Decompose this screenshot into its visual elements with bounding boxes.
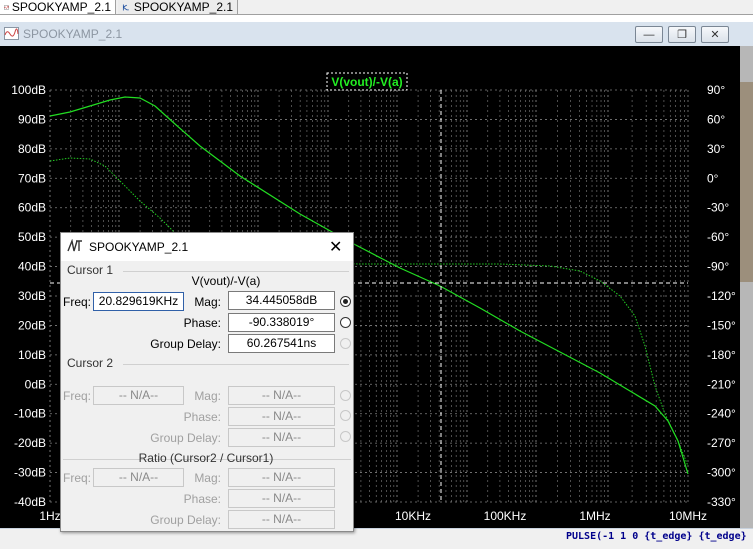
y2-tick-label: -270° (707, 436, 736, 450)
tab-waveform[interactable]: SPOOKYAMP_2.1 (0, 0, 116, 14)
right-axis: 90° 60° 30° 0° -30° -60° -90° -120° -150° -180° -2… (707, 83, 736, 509)
close-button[interactable]: ✕ (701, 26, 729, 43)
freq-label: Freq: (63, 471, 92, 485)
group-delay-label: Group Delay: (150, 513, 221, 527)
close-icon: ✕ (710, 29, 720, 41)
cursor2-phase-radio (340, 410, 351, 421)
y2-tick-label: -300° (707, 466, 736, 480)
dialog-title: SPOOKYAMP_2.1 (89, 240, 189, 254)
cursor1-group-label: Cursor 1 (67, 263, 114, 277)
mag-label: Mag: (194, 471, 221, 485)
minimize-icon: — (643, 28, 655, 41)
y-tick-label: 100dB (11, 83, 46, 97)
netlist-directive: PULSE(-1 1 0 {t_edge} {t_edge} {1/ (566, 531, 753, 542)
cursor2-freq-field: -- N/A-- (93, 386, 184, 405)
minimize-button[interactable]: — (635, 26, 663, 43)
x-tick-label: 10MHz (669, 509, 707, 523)
y2-tick-label: 60° (707, 112, 725, 126)
phase-label: Phase: (183, 492, 221, 506)
tab-label: SPOOKYAMP_2.1 (11, 0, 111, 14)
cursor1-mag-radio[interactable] (340, 296, 351, 307)
cursor2-group-delay-field: -- N/A-- (228, 428, 335, 447)
ratio-phase-field: -- N/A-- (228, 489, 335, 508)
y-tick-label: 10dB (18, 348, 46, 362)
window-titlebar: SPOOKYAMP_2.1 — ❐ ✕ (0, 22, 753, 46)
freq-label: Freq: (63, 389, 92, 403)
y2-tick-label: 90° (707, 83, 725, 97)
cursor2-mag-radio (340, 390, 351, 401)
y2-tick-label: -240° (707, 407, 736, 421)
group-delay-label: Group Delay: (150, 337, 221, 351)
cursor1-trace-name: V(vout)/-V(a) (191, 274, 261, 288)
cursor2-phase-field: -- N/A-- (228, 407, 335, 426)
desktop-background (740, 82, 753, 282)
y-tick-label: 50dB (18, 230, 46, 244)
ratio-group-delay-field: -- N/A-- (228, 510, 335, 529)
y-tick-label: 40dB (18, 260, 46, 274)
y-tick-label: 80dB (18, 142, 46, 156)
y2-tick-label: -90° (707, 260, 729, 274)
schematic-icon (122, 3, 129, 11)
left-axis: 100dB 90dB 80dB 70dB 60dB 50dB 40dB 30dB 20dB 10d… (11, 83, 46, 509)
ratio-group-label: Ratio (Cursor2 / Cursor1) (138, 451, 274, 465)
cursor2-group-delay-radio (340, 431, 351, 442)
ratio-freq-field: -- N/A-- (93, 468, 184, 487)
y-tick-label: 30dB (18, 289, 46, 303)
waveform-icon (4, 4, 9, 10)
x-tick-label: 1Hz (39, 509, 60, 523)
ratio-mag-field: -- N/A-- (228, 468, 335, 487)
tab-schematic[interactable]: SPOOKYAMP_2.1 (118, 0, 238, 14)
document-tabs: SPOOKYAMP_2.1 SPOOKYAMP_2.1 (0, 0, 753, 15)
phase-label: Phase: (183, 316, 221, 330)
y-tick-label: -20dB (14, 436, 46, 450)
y2-tick-label: 30° (707, 142, 725, 156)
trace-label[interactable]: V(vout)/-V(a) (331, 75, 402, 89)
y-tick-label: -10dB (14, 407, 46, 421)
y-tick-label: 60dB (18, 201, 46, 215)
y2-tick-label: -210° (707, 377, 736, 391)
cursor1-phase-field[interactable]: -90.338019° (228, 313, 335, 332)
mag-label: Mag: (194, 295, 221, 309)
divider (123, 364, 349, 365)
close-icon[interactable]: ✕ (329, 237, 342, 257)
cursor1-group-delay-field[interactable]: 60.267541ns (228, 334, 335, 353)
y2-tick-label: 0° (707, 171, 719, 185)
x-tick-label: 10KHz (395, 509, 431, 523)
divider (123, 271, 349, 272)
cursor1-freq-field[interactable]: 20.829619KHz (93, 292, 184, 311)
y2-tick-label: -180° (707, 348, 736, 362)
y2-tick-label: -330° (707, 495, 736, 509)
cursor2-group-label: Cursor 2 (67, 356, 114, 370)
cursor1-mag-field[interactable]: 34.445058dB (228, 291, 335, 310)
y2-tick-label: -60° (707, 230, 729, 244)
ltspice-icon (67, 239, 82, 252)
x-tick-label: 1MHz (579, 509, 610, 523)
y-tick-label: 90dB (18, 112, 46, 126)
y-tick-label: 70dB (18, 171, 46, 185)
y2-tick-label: -30° (707, 201, 729, 215)
restore-icon: ❐ (677, 29, 687, 41)
y2-tick-label: -120° (707, 289, 736, 303)
cursor-dialog: SPOOKYAMP_2.1 ✕ Cursor 1 V(vout)/-V(a) F… (60, 232, 354, 532)
cursor2-mag-field: -- N/A-- (228, 386, 335, 405)
waveform-icon (4, 27, 19, 40)
x-tick-label: 100KHz (484, 509, 527, 523)
cursor1-group-delay-radio[interactable] (340, 338, 351, 349)
group-delay-label: Group Delay: (150, 431, 221, 445)
y2-tick-label: -150° (707, 318, 736, 332)
mag-label: Mag: (194, 389, 221, 403)
window-title: SPOOKYAMP_2.1 (23, 27, 123, 41)
y-tick-label: 0dB (25, 377, 46, 391)
y-tick-label: -30dB (14, 466, 46, 480)
dialog-titlebar: SPOOKYAMP_2.1 ✕ (61, 233, 353, 261)
y-tick-label: -40dB (14, 495, 46, 509)
freq-label: Freq: (63, 295, 92, 309)
cursor1-phase-radio[interactable] (340, 317, 351, 328)
restore-button[interactable]: ❐ (668, 26, 696, 43)
phase-label: Phase: (183, 410, 221, 424)
y-tick-label: 20dB (18, 318, 46, 332)
tab-label: SPOOKYAMP_2.1 (133, 0, 233, 14)
